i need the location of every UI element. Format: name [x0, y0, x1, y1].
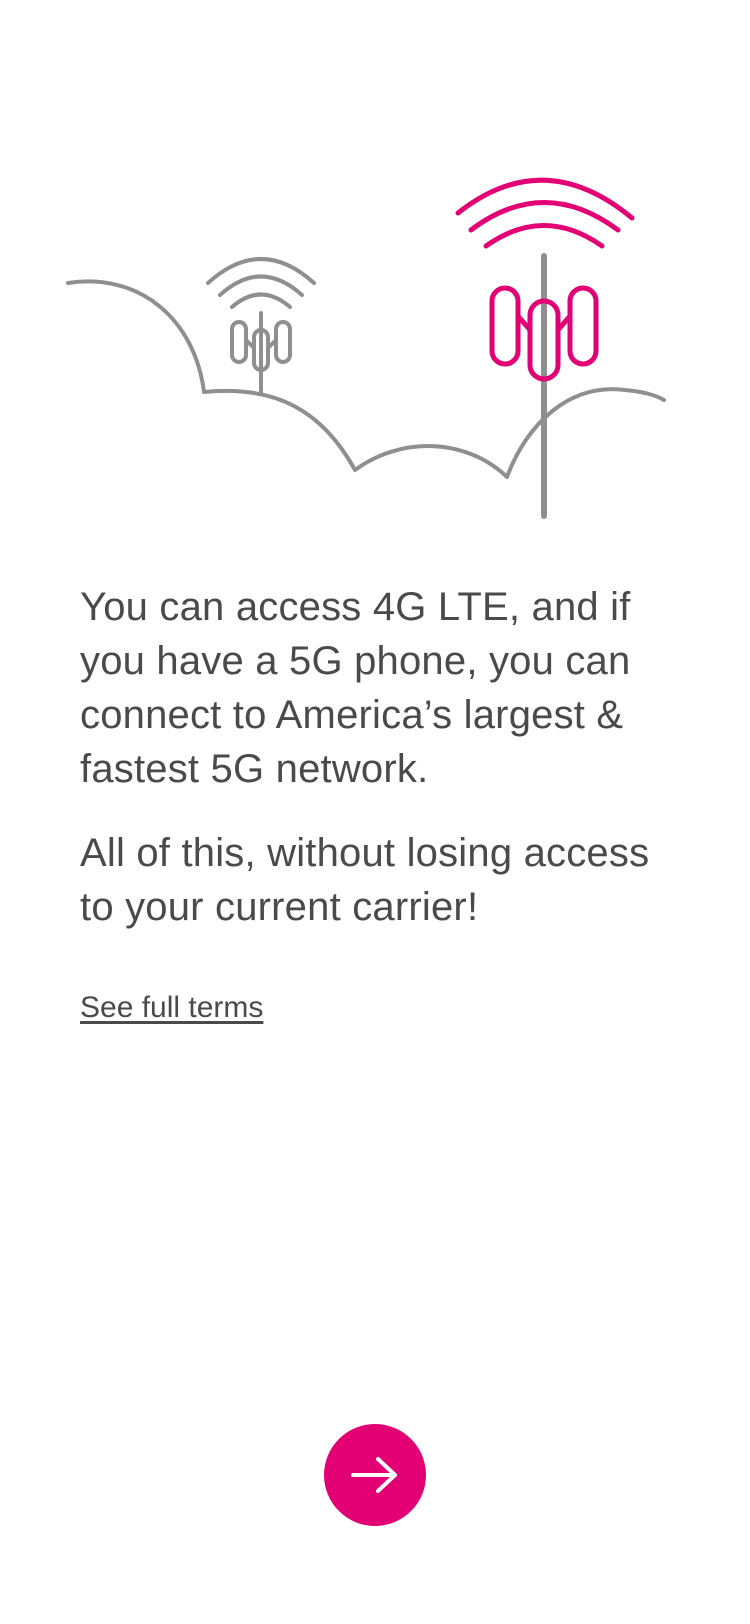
network-illustration — [66, 177, 666, 519]
see-full-terms-link[interactable]: See full terms — [80, 988, 263, 1028]
small-cell-tower-icon — [206, 257, 316, 395]
rolling-hills-icon — [66, 279, 666, 479]
network-access-paragraph: You can access 4G LTE, and if you have a… — [80, 585, 631, 791]
next-button[interactable] — [324, 1424, 426, 1526]
5g-cell-tower-icon — [455, 177, 635, 519]
onboarding-copy: You can access 4G LTE, and if you have a… — [80, 580, 680, 964]
arrow-right-icon — [351, 1457, 397, 1493]
carrier-access-paragraph: All of this, without losing access to yo… — [80, 831, 650, 929]
